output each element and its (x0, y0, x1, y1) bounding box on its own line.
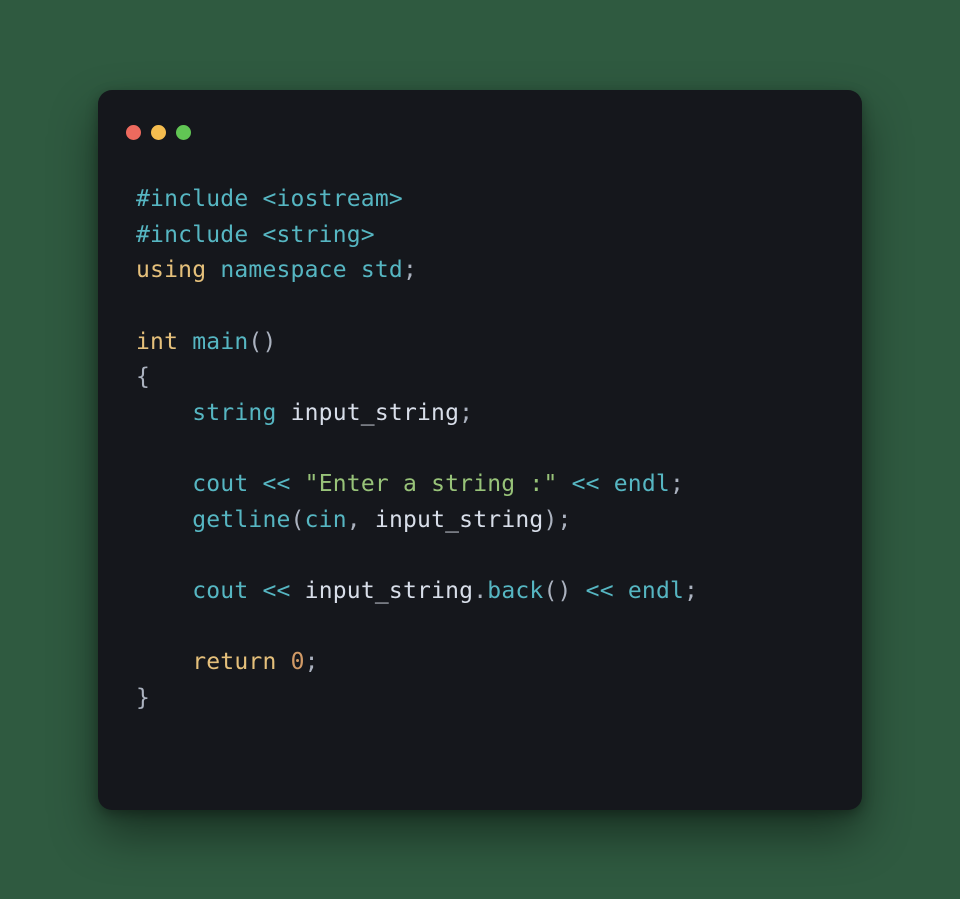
stream-cout: cout (192, 578, 248, 604)
preprocessor: #include (136, 222, 248, 248)
header-name: <string> (262, 222, 374, 248)
brace-close: } (136, 685, 150, 711)
keyword-int: int (136, 329, 178, 355)
paren-close: ) (543, 507, 557, 533)
fn-getline: getline (192, 507, 290, 533)
indent (136, 507, 192, 533)
stream-endl: endl (628, 578, 684, 604)
semicolon: ; (403, 257, 417, 283)
paren-close: ) (262, 329, 276, 355)
fn-back: back (487, 578, 543, 604)
semicolon: ; (558, 507, 572, 533)
minimize-icon[interactable] (151, 125, 166, 140)
number-literal: 0 (291, 649, 305, 675)
keyword-namespace: namespace (220, 257, 346, 283)
window-titlebar (98, 90, 862, 152)
preprocessor: #include (136, 186, 248, 212)
op-stream: << (262, 471, 290, 497)
indent (136, 400, 192, 426)
stream-endl: endl (614, 471, 670, 497)
op-stream: << (262, 578, 290, 604)
paren-open: ( (248, 329, 262, 355)
code-window: #include <iostream> #include <string> us… (98, 90, 862, 810)
op-stream: << (586, 578, 614, 604)
indent (136, 471, 192, 497)
paren-open: ( (543, 578, 557, 604)
keyword-return: return (192, 649, 276, 675)
type-string: string (192, 400, 276, 426)
var-input-string: input_string (305, 578, 474, 604)
semicolon: ; (684, 578, 698, 604)
op-stream: << (572, 471, 600, 497)
stream-cout: cout (192, 471, 248, 497)
paren-close: ) (558, 578, 572, 604)
header-name: <iostream> (262, 186, 402, 212)
code-block: #include <iostream> #include <string> us… (98, 152, 862, 755)
semicolon: ; (670, 471, 684, 497)
indent (136, 578, 192, 604)
namespace-std: std (361, 257, 403, 283)
brace-open: { (136, 364, 150, 390)
comma: , (347, 507, 361, 533)
var-input-string: input_string (291, 400, 460, 426)
close-icon[interactable] (126, 125, 141, 140)
semicolon: ; (459, 400, 473, 426)
dot: . (473, 578, 487, 604)
stream-cin: cin (305, 507, 347, 533)
maximize-icon[interactable] (176, 125, 191, 140)
keyword-using: using (136, 257, 206, 283)
fn-main: main (192, 329, 248, 355)
semicolon: ; (305, 649, 319, 675)
indent (136, 649, 192, 675)
var-input-string: input_string (375, 507, 544, 533)
string-literal: "Enter a string :" (305, 471, 558, 497)
paren-open: ( (291, 507, 305, 533)
